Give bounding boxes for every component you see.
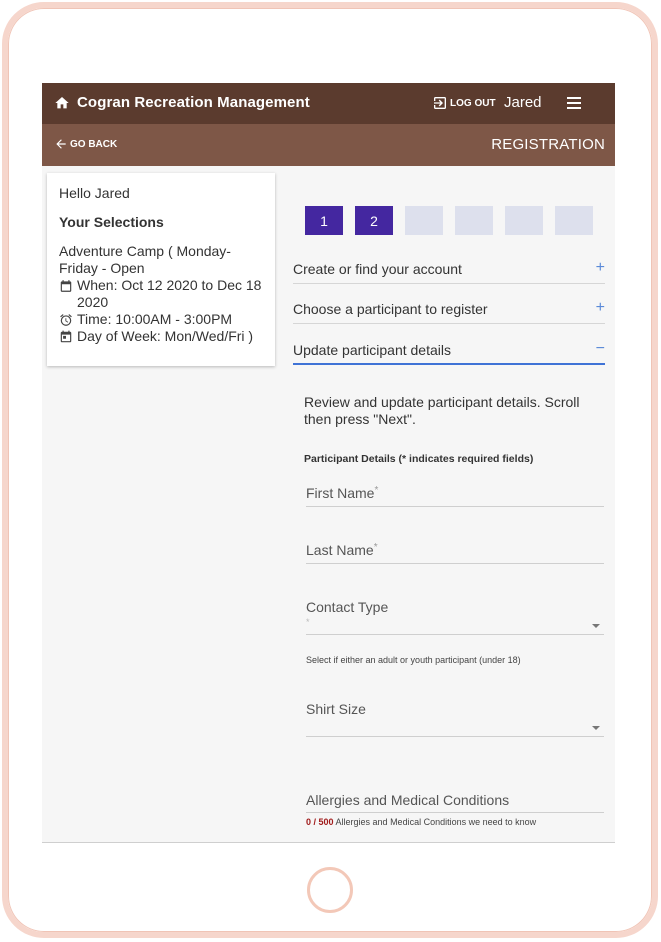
calendar-icon [60,280,72,292]
allergies-helper: 0 / 500 Allergies and Medical Conditions … [306,817,536,827]
shirt-size-select[interactable]: Shirt Size [306,701,604,737]
program-name: Adventure Camp ( Monday-Friday - Open [59,243,231,276]
time-row: Time: 10:00AM - 3:00PM [59,311,263,328]
step-5 [505,206,543,235]
sub-header-bar: GO BACK REGISTRATION [42,124,615,166]
app-screen: Cogran Recreation Management LOG OUT Jar… [42,83,615,843]
expand-plus-icon: + [595,299,605,316]
logout-icon [434,97,446,109]
page-breadcrumb: REGISTRATION [491,136,605,153]
greeting: Hello Jared [59,185,130,201]
chevron-down-icon [592,624,600,628]
accordion-update-details[interactable]: Update participant details − [293,338,605,365]
first-name-label: First Name* [306,485,379,501]
calendar-day-icon [60,330,72,343]
allergies-textarea[interactable]: Allergies and Medical Conditions [306,792,604,813]
last-name-label: Last Name* [306,542,378,558]
step-indicator: 1 2 [305,206,593,235]
step-1[interactable]: 1 [305,206,343,235]
allergies-label: Allergies and Medical Conditions [306,792,510,808]
logout-label: LOG OUT [450,97,496,109]
app-title[interactable]: Cogran Recreation Management [77,94,310,111]
accordion-label: Create or find your account [293,261,462,277]
step-6 [555,206,593,235]
home-icon[interactable] [54,95,70,111]
when-row: When: Oct 12 2020 to Dec 18 2020 [59,277,263,311]
time-text: Time: 10:00AM - 3:00PM [77,311,233,327]
last-name-field[interactable]: Last Name* [306,542,604,564]
go-back-button[interactable]: GO BACK [54,137,117,151]
step-3 [405,206,443,235]
device-home-button[interactable] [307,867,353,913]
accordion-create-account[interactable]: Create or find your account + [293,257,605,284]
accordion-choose-participant[interactable]: Choose a participant to register + [293,297,605,324]
shirt-size-label: Shirt Size [306,701,366,717]
days-row: Day of Week: Mon/Wed/Fri ) [59,328,263,345]
selections-card: Hello Jared Your Selections Adventure Ca… [47,173,275,366]
chevron-down-icon [592,726,600,730]
hamburger-menu-icon[interactable] [566,96,582,110]
top-app-bar: Cogran Recreation Management LOG OUT Jar… [42,83,615,124]
participant-details-title: Participant Details (* indicates require… [304,453,534,465]
allergies-hint: Allergies and Medical Conditions we need… [335,817,537,827]
when-text: When: Oct 12 2020 to Dec 18 2020 [77,277,262,310]
arrow-left-icon [56,139,66,149]
first-name-field[interactable]: First Name* [306,485,604,507]
character-counter: 0 / 500 [306,817,334,827]
days-text: Day of Week: Mon/Wed/Fri ) [77,328,254,344]
selections-heading: Your Selections [59,214,164,230]
contact-type-label: Contact Type [306,599,389,615]
contact-type-hint: Select if either an adult or youth parti… [306,655,521,665]
logout-button[interactable]: LOG OUT [432,95,496,111]
expand-plus-icon: + [595,259,605,276]
collapse-minus-icon: − [595,340,605,357]
contact-type-required-mark: * [306,617,310,627]
go-back-label: GO BACK [70,138,118,150]
user-name: Jared [504,94,542,111]
details-description: Review and update participant details. S… [304,394,580,427]
accordion-label: Update participant details [293,342,451,358]
accordion-label: Choose a participant to register [293,301,488,317]
contact-type-select[interactable]: Contact Type * [306,599,604,635]
step-4 [455,206,493,235]
alarm-clock-icon [60,314,72,326]
step-2[interactable]: 2 [355,206,393,235]
